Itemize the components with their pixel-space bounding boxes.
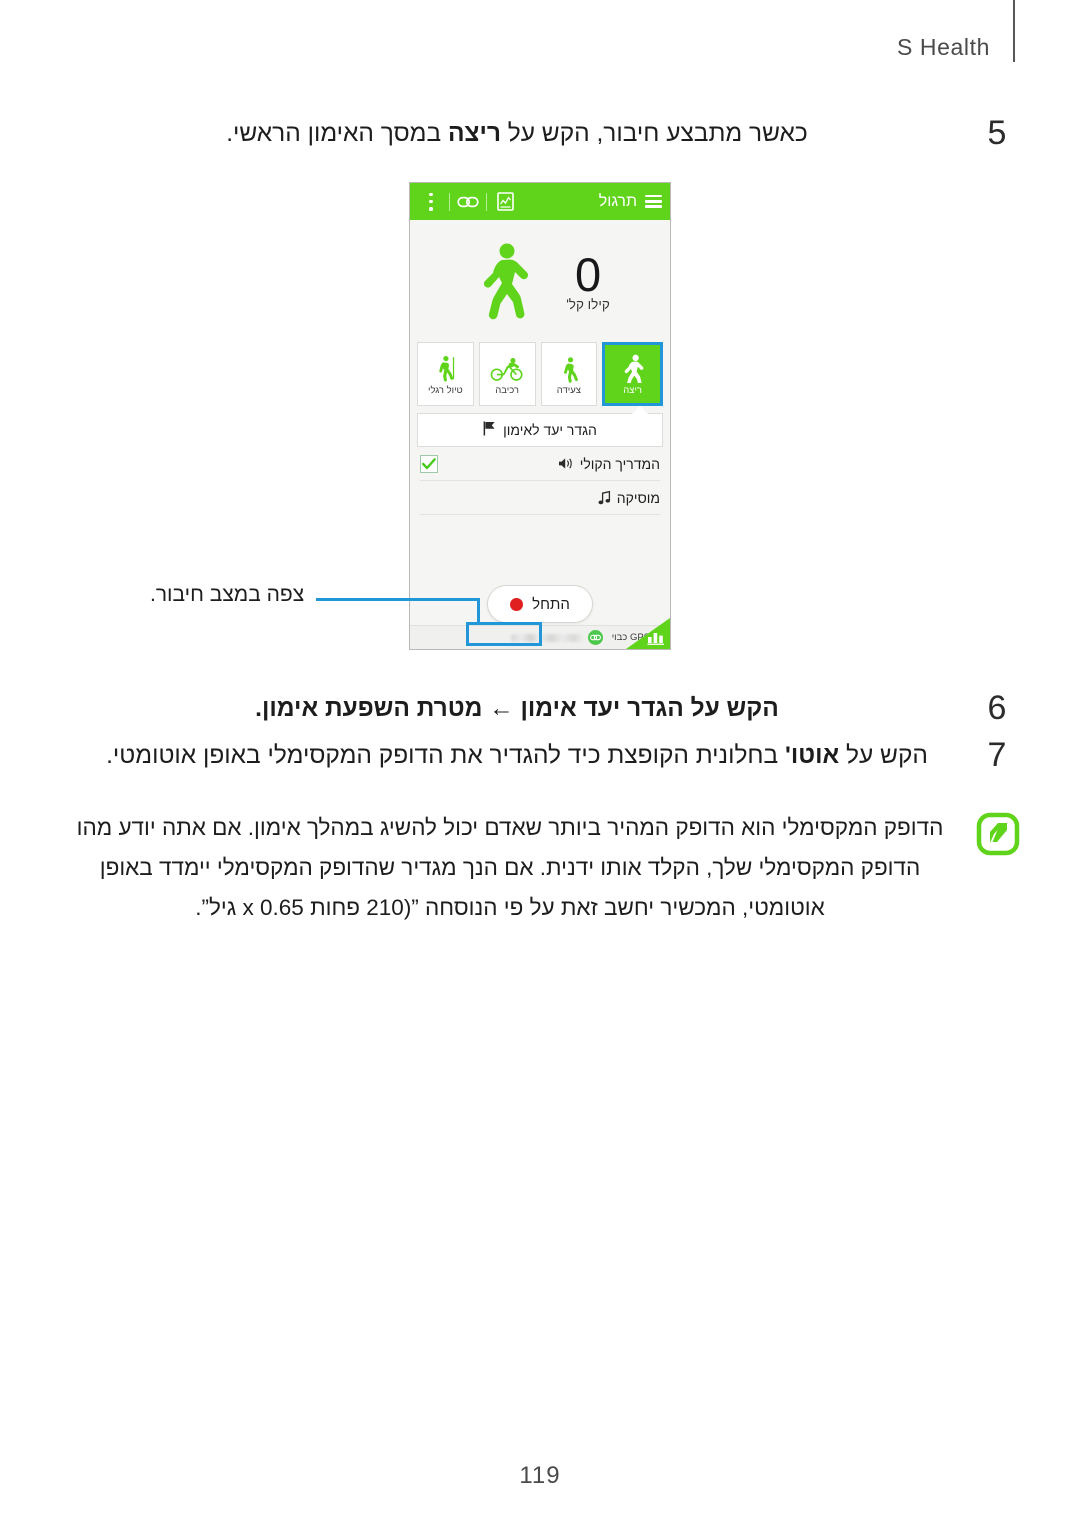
- device-connected-icon: [587, 630, 603, 645]
- connected-device-indicator[interactable]: [508, 630, 606, 645]
- note-block: הדופק המקסימלי הוא הדופק המהיר ביותר שאד…: [60, 808, 1020, 928]
- page-title: S Health: [896, 34, 990, 60]
- step-number: 5: [987, 114, 1007, 152]
- hiking-icon: [432, 349, 459, 383]
- flag-icon: [483, 421, 496, 439]
- step-text-bold: הגדר יעד אימון ← מטרת השפעת אימון: [261, 695, 684, 722]
- record-dot-icon: [510, 597, 524, 611]
- samsung-note-icon: [974, 808, 1020, 861]
- step-text: הקש על אוטו' בחלונית הקופצת כיד להגדיר א…: [60, 732, 974, 779]
- shealth-app-screen: תרגול 0 קילו קל' ריצה צעידה רכיבה טיול ר…: [409, 182, 671, 650]
- step-text-post: במסך האימון הראשי.: [226, 120, 448, 147]
- walking-icon: [556, 349, 582, 383]
- calorie-value: 0: [574, 247, 602, 301]
- step-text-post: בחלונית הקופצת כיד להגדיר את הדופק המקסי…: [106, 742, 786, 769]
- step-text-post: .: [255, 695, 262, 722]
- page-number: 119: [519, 1462, 561, 1489]
- callout-leader-horizontal: [316, 598, 480, 601]
- calorie-hero: 0 קילו קל': [410, 220, 670, 342]
- hamburger-icon[interactable]: [645, 195, 662, 208]
- option-label: מוסיקה: [616, 489, 660, 506]
- speaker-icon: [558, 457, 574, 470]
- more-vertical-icon[interactable]: [416, 189, 446, 215]
- calorie-metric: 0 קילו קל': [566, 247, 610, 312]
- app-topbar-actions: [416, 189, 520, 215]
- topbar-divider-1: [486, 192, 487, 211]
- app-statusbar: GPS כבוי: [410, 618, 670, 649]
- step-number: 7: [987, 736, 1007, 774]
- note-text: הדופק המקסימלי הוא הדופק המהיר ביותר שאד…: [76, 815, 944, 920]
- option-label: המדריך הקולי: [579, 455, 660, 472]
- start-button-label: התחל: [532, 595, 570, 613]
- voice-guide-checkbox[interactable]: [420, 454, 438, 473]
- option-row-music[interactable]: מוסיקה: [420, 481, 660, 515]
- activity-tile-cycling[interactable]: רכיבה: [478, 342, 536, 406]
- header-divider: [1013, 0, 1015, 62]
- step-text-pre: הקש על: [839, 742, 928, 769]
- step-text: הקש על הגדר יעד אימון ← מטרת השפעת אימון…: [60, 685, 974, 732]
- start-button-area: התחל: [410, 585, 670, 623]
- phone-screenshot: תרגול 0 קילו קל' ריצה צעידה רכיבה טיול ר…: [409, 182, 671, 650]
- running-person-icon: [470, 242, 536, 320]
- callout-leader-vertical: [477, 598, 480, 624]
- step-text-bold: ריצה: [447, 120, 501, 147]
- calorie-unit: קילו קל': [566, 296, 610, 312]
- step-number: 6: [987, 689, 1007, 727]
- app-topbar: תרגול: [410, 183, 670, 220]
- step-item-7: 7 הקש על אוטו' בחלונית הקופצת כיד להגדיר…: [60, 732, 1020, 779]
- link-icon[interactable]: [453, 189, 483, 215]
- step-text-pre: כאשר מתבצע חיבור, הקש על: [500, 120, 808, 147]
- activity-label: צעידה: [556, 385, 581, 396]
- set-training-goal-row[interactable]: הגדר יעד לאימון: [417, 413, 663, 447]
- selected-tile-caret: [410, 406, 670, 414]
- device-name-blurred: [510, 633, 584, 642]
- step-text: כאשר מתבצע חיבור, הקש על ריצה במסך האימו…: [60, 110, 974, 157]
- activity-tile-running[interactable]: ריצה: [602, 342, 663, 406]
- callout-label: צפה במצב חיבור.: [150, 583, 305, 606]
- activity-tile-hiking[interactable]: טיול רגלי: [417, 342, 474, 406]
- log-chart-icon[interactable]: [490, 189, 520, 215]
- topbar-divider-2: [449, 192, 450, 211]
- goal-row-label: הגדר יעד לאימון: [503, 422, 597, 438]
- activity-label: ריצה: [623, 385, 642, 396]
- step-text-bold: אוטו': [785, 742, 840, 769]
- step-item-6: 6 הקש על הגדר יעד אימון ← מטרת השפעת אימ…: [60, 685, 1020, 732]
- activity-label: רכיבה: [495, 385, 520, 396]
- start-button[interactable]: התחל: [487, 585, 593, 623]
- music-note-icon: [598, 490, 611, 505]
- running-icon: [618, 349, 648, 383]
- app-topbar-title: תרגול: [598, 192, 637, 210]
- page-header: S Health: [0, 0, 1080, 92]
- step-text-pre: הקש על: [683, 695, 779, 722]
- step-item-5: 5 כאשר מתבצע חיבור, הקש על ריצה במסך האי…: [60, 110, 1020, 157]
- activity-label: טיול רגלי: [428, 385, 463, 396]
- option-row-voice-guide[interactable]: המדריך הקולי: [420, 447, 660, 481]
- option-label-group: המדריך הקולי: [558, 456, 660, 472]
- cycling-icon: [490, 349, 524, 383]
- activity-selector: ריצה צעידה רכיבה טיול רגלי: [410, 342, 670, 406]
- activity-tile-walking[interactable]: צעידה: [540, 342, 598, 406]
- option-label-group: מוסיקה: [598, 490, 660, 506]
